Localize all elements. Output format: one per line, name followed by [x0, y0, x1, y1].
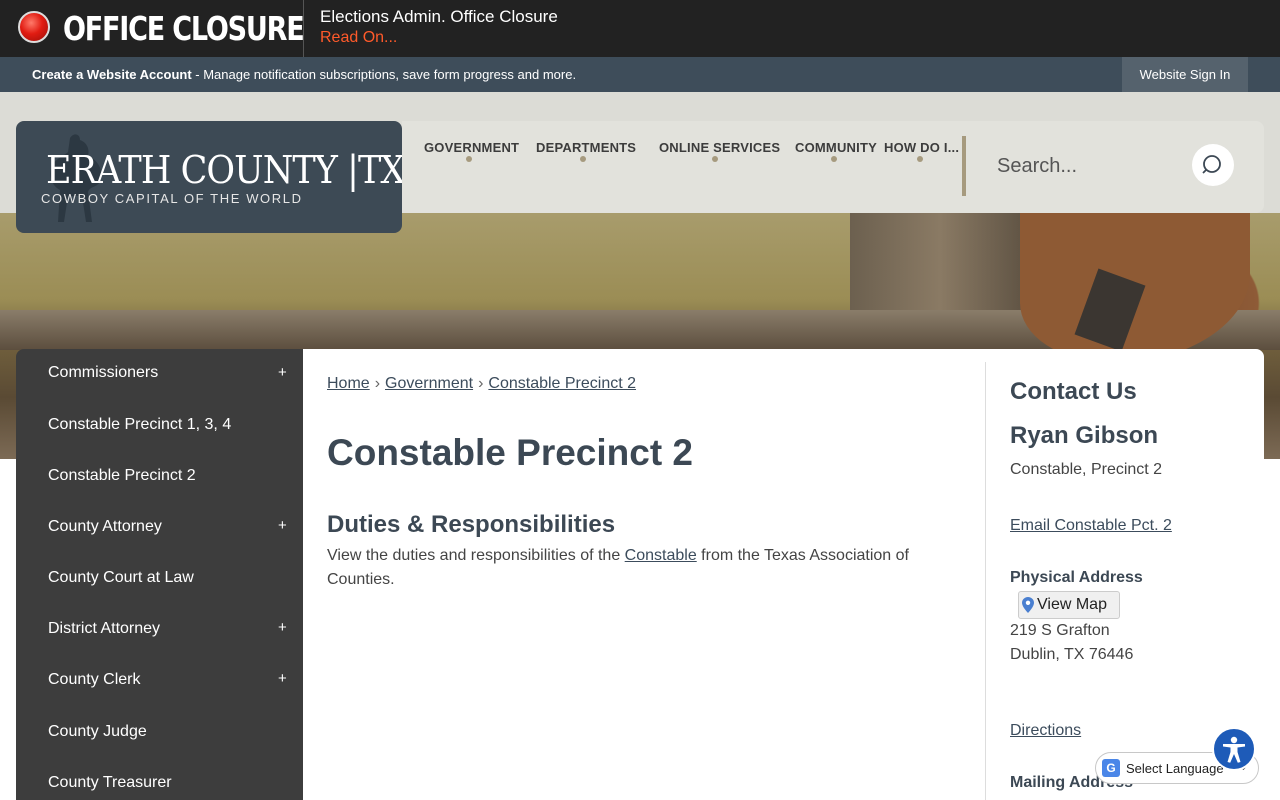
address-line-1: 219 S Grafton: [1010, 622, 1110, 639]
nav-departments-dot: [580, 156, 586, 162]
sidenav-item-county-judge[interactable]: County Judge: [48, 723, 147, 741]
search-icon: [1202, 155, 1221, 174]
accessibility-icon: [1223, 736, 1245, 763]
sidenav-item-county-treasurer[interactable]: County Treasurer: [48, 774, 172, 792]
sidenav-item-county-attorney[interactable]: County Attorney: [48, 518, 162, 536]
expand-icon[interactable]: +: [278, 619, 287, 636]
sidenav-item-county-court-at-law[interactable]: County Court at Law: [48, 569, 194, 587]
column-divider: [985, 362, 986, 800]
account-message: Create a Website Account - Manage notifi…: [32, 67, 576, 82]
body-text-start: View the duties and responsibilities of …: [327, 547, 625, 564]
constable-link[interactable]: Constable: [625, 547, 697, 564]
account-bar: Create a Website Account - Manage notifi…: [0, 57, 1280, 92]
nav-departments[interactable]: DEPARTMENTS: [536, 140, 636, 155]
alert-message[interactable]: Elections Admin. Office Closure: [320, 7, 558, 27]
language-selector-label: Select Language: [1126, 761, 1224, 776]
alert-bar: OFFICE CLOSURE Elections Admin. Office C…: [0, 0, 1280, 57]
sign-in-button[interactable]: Website Sign In: [1122, 57, 1248, 92]
directions-link[interactable]: Directions: [1010, 722, 1081, 740]
view-map-button[interactable]: View Map: [1018, 591, 1120, 619]
logo-tagline: COWBOY CAPITAL OF THE WORLD: [41, 191, 303, 206]
google-translate-icon: G: [1102, 759, 1120, 777]
breadcrumb-separator: ›: [478, 375, 484, 392]
sidenav-item-constable-1-3-4[interactable]: Constable Precinct 1, 3, 4: [48, 416, 231, 434]
email-link[interactable]: Email Constable Pct. 2: [1010, 517, 1172, 535]
logo-name: ERATH COUNTY |TX: [46, 148, 405, 192]
breadcrumb-home[interactable]: Home: [327, 375, 370, 392]
nav-search-divider: [962, 136, 966, 196]
nav-government-dot: [466, 156, 472, 162]
main-nav: [402, 121, 1264, 213]
nav-online-services[interactable]: ONLINE SERVICES: [659, 140, 780, 155]
page-title: Constable Precinct 2: [327, 432, 694, 473]
section-heading: Duties & Responsibilities: [327, 511, 616, 538]
breadcrumb-separator: ›: [374, 375, 381, 392]
nav-how-do-i[interactable]: HOW DO I...: [884, 140, 959, 155]
contact-name: Ryan Gibson: [1010, 422, 1159, 449]
nav-community[interactable]: COMMUNITY: [795, 140, 877, 155]
sidenav-item-district-attorney[interactable]: District Attorney: [48, 620, 160, 638]
nav-how-do-i-dot: [917, 156, 923, 162]
physical-address-heading: Physical Address: [1010, 569, 1143, 586]
map-pin-icon: [1022, 597, 1034, 613]
alert-title: OFFICE CLOSURE: [63, 9, 305, 48]
nav-community-dot: [831, 156, 837, 162]
search-button[interactable]: [1192, 144, 1234, 186]
expand-icon[interactable]: +: [278, 670, 287, 687]
address-line-2: Dublin, TX 76446: [1010, 646, 1134, 663]
accessibility-button[interactable]: [1212, 727, 1256, 771]
expand-icon[interactable]: +: [278, 517, 287, 534]
sidenav-item-constable-2[interactable]: Constable Precinct 2: [48, 467, 196, 485]
create-account-link[interactable]: Create a Website Account: [32, 67, 192, 82]
breadcrumb-current[interactable]: Constable Precinct 2: [488, 375, 636, 392]
alert-read-on-link[interactable]: Read On...: [320, 29, 397, 47]
contact-role: Constable, Precinct 2: [1010, 461, 1163, 478]
breadcrumb-government[interactable]: Government: [385, 375, 473, 392]
nav-online-services-dot: [712, 156, 718, 162]
body-text: View the duties and responsibilities of …: [327, 544, 917, 592]
account-description: - Manage notification subscriptions, sav…: [191, 67, 577, 82]
view-map-label: View Map: [1037, 596, 1107, 613]
sidenav-item-commissioners[interactable]: Commissioners: [48, 364, 158, 382]
search-input[interactable]: Search...: [997, 155, 1077, 178]
breadcrumb: Home › Government › Constable Precinct 2: [327, 375, 636, 393]
contact-heading: Contact Us: [1010, 378, 1137, 405]
sidenav-item-county-clerk[interactable]: County Clerk: [48, 671, 140, 689]
alert-icon: [18, 11, 50, 43]
expand-icon[interactable]: +: [278, 364, 287, 381]
alert-divider: [303, 0, 304, 57]
nav-government[interactable]: GOVERNMENT: [424, 140, 519, 155]
